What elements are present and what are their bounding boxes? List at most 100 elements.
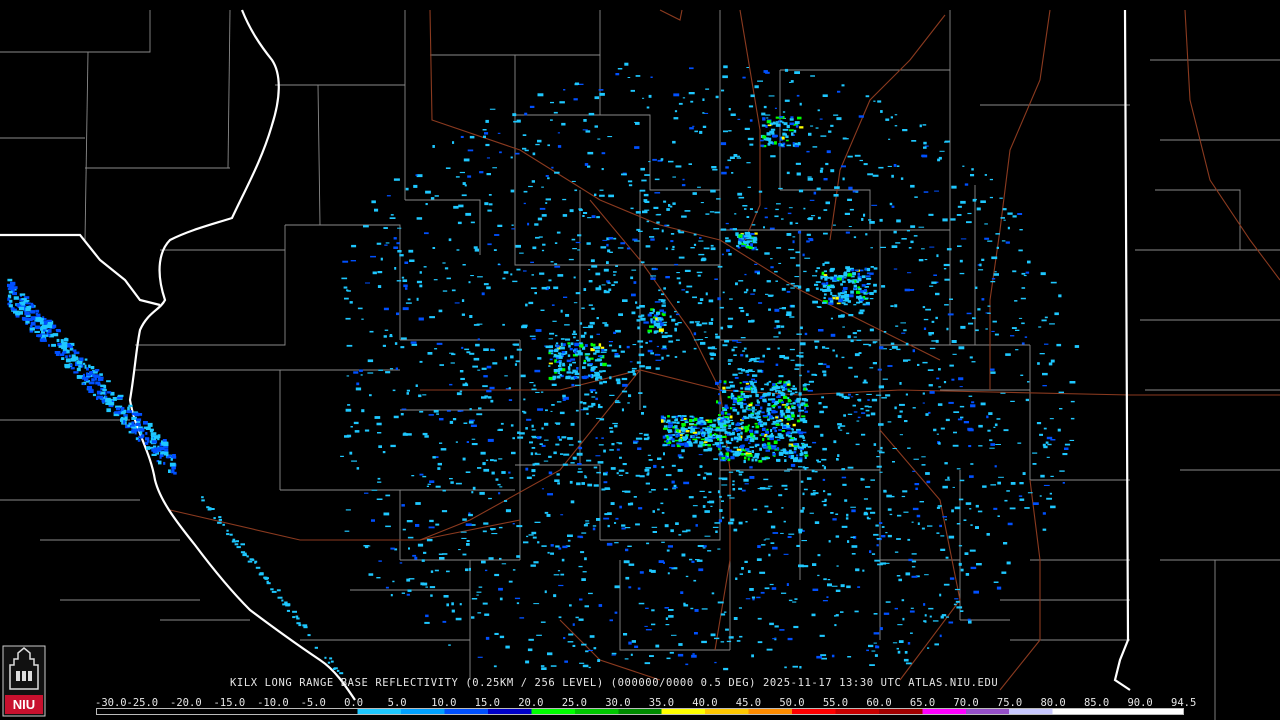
echo-pixel [526,418,532,421]
echo-pixel [1017,442,1022,444]
echo-pixel [615,401,621,404]
echo-pixel [806,150,810,153]
echo-pixel [743,403,747,405]
echo-pixel [719,495,722,498]
echo-pixel [618,469,625,472]
echo-pixel [481,367,487,370]
echo-pixel [841,395,848,398]
echo-pixel [928,607,934,610]
echo-pixel [720,326,724,330]
echo-pixel [703,421,707,425]
echo-pixel [757,272,760,275]
echo-pixel [658,289,661,292]
echo-pixel [448,238,452,242]
echo-pixel [767,442,771,446]
echo-pixel [21,301,25,306]
echo-pixel [755,248,759,251]
echo-pixel [743,459,746,464]
echo-pixel [869,292,874,295]
echo-pixel [828,540,831,543]
echo-pixel [752,410,755,413]
echo-pixel [578,208,582,210]
echo-pixel [826,365,830,368]
echo-pixel [751,450,754,453]
echo-pixel [830,317,833,320]
echo-pixel [580,334,586,338]
echo-pixel [572,361,576,364]
echo-pixel [405,302,412,304]
echo-pixel [619,456,622,459]
echo-pixel [557,132,560,134]
echo-pixel [341,277,348,280]
echo-pixel [667,334,673,338]
highway-line [829,14,946,241]
echo-pixel [764,252,770,255]
highway-line [989,9,1051,390]
echo-pixel [307,634,311,637]
echo-pixel [551,166,554,169]
echo-pixel [743,478,749,482]
echo-pixel [778,116,784,118]
echo-pixel [830,276,834,280]
echo-pixel [905,572,911,576]
echo-pixel [804,257,811,259]
echo-pixel [346,344,353,347]
echo-pixel [760,433,765,436]
echo-pixel [854,353,860,357]
echo-pixel [970,524,973,526]
echo-pixel [479,491,485,495]
echo-pixel [523,202,526,205]
echo-pixel [987,429,991,432]
echo-pixel [912,349,915,353]
echo-pixel [720,422,725,425]
echo-pixel [510,156,513,159]
echo-pixel [844,290,847,294]
echo-pixel [757,415,761,419]
echo-pixel [559,411,565,415]
echo-pixel [749,429,754,433]
echo-pixel [765,124,768,128]
echo-pixel [692,426,697,428]
echo-pixel [565,314,570,317]
echo-pixel [836,117,842,121]
echo-pixel [814,470,818,473]
echo-pixel [522,147,527,150]
echo-pixel [661,512,665,514]
echo-pixel [800,442,805,445]
echo-pixel [742,409,747,413]
echo-pixel [159,454,162,459]
echo-pixel [522,134,527,136]
echo-pixel [814,340,820,343]
echo-pixel [24,317,29,321]
echo-pixel [1015,349,1019,351]
echo-pixel [540,309,545,311]
echo-pixel [783,383,787,387]
echo-pixel [94,369,100,372]
county-line [514,115,580,266]
echo-pixel [956,214,962,216]
echo-pixel [492,167,497,169]
echo-pixel [1017,213,1023,215]
echo-pixel [1046,497,1052,500]
echo-pixel [568,344,571,348]
echo-pixel [493,249,497,251]
echo-pixel [434,348,438,350]
echo-pixel [1009,507,1016,510]
echo-pixel [516,602,520,605]
echo-pixel [783,553,789,555]
echo-pixel [740,392,746,396]
echo-pixel [623,633,628,636]
echo-pixel [736,341,742,343]
echo-pixel [669,315,672,318]
echo-pixel [828,297,833,301]
echo-pixel [766,428,769,431]
echo-pixel [822,464,825,467]
echo-pixel [859,309,865,312]
echo-pixel [259,572,264,575]
echo-pixel [901,495,906,498]
echo-pixel [702,125,707,128]
echo-pixel [406,578,411,582]
echo-pixel [957,418,963,421]
echo-pixel [247,560,253,563]
echo-pixel [762,427,766,431]
